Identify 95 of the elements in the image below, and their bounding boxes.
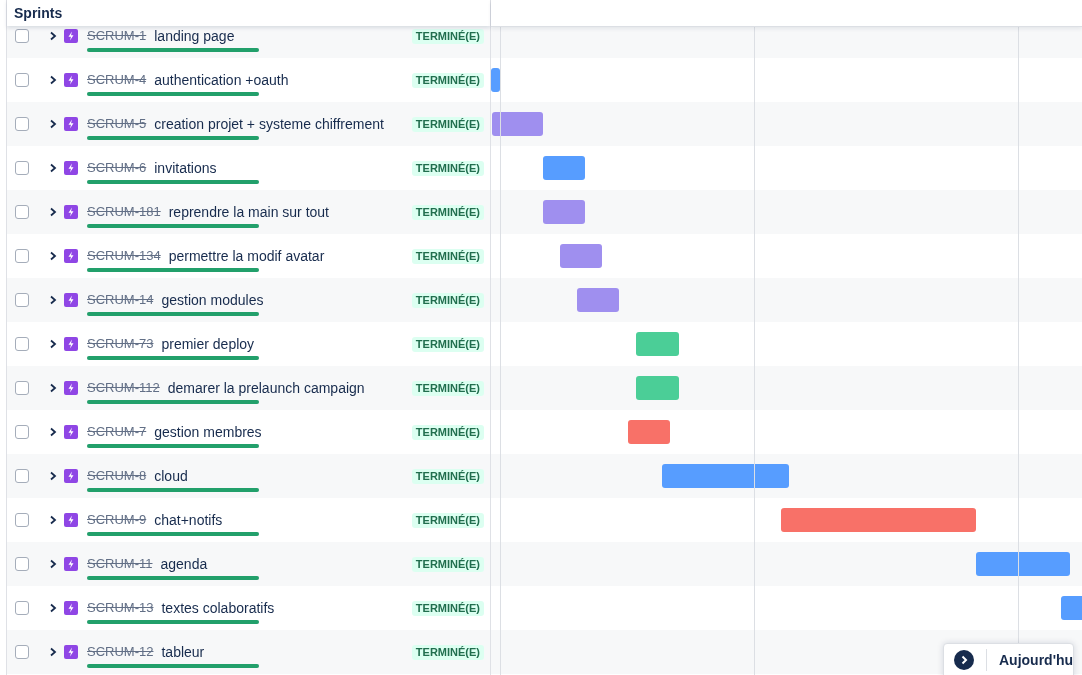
checkbox[interactable] (15, 117, 29, 131)
lightning-icon (64, 161, 78, 175)
lightning-icon (64, 337, 78, 351)
status-lozenge: TERMINÉ(E) (411, 600, 484, 616)
chevron-icon[interactable] (48, 515, 58, 525)
issue-summary[interactable]: chat+notifs (154, 512, 223, 528)
issue-key[interactable]: SCRUM-5 (87, 116, 147, 132)
issue-key[interactable]: SCRUM-12 (87, 644, 154, 660)
issue-summary[interactable]: gestion membres (154, 424, 262, 440)
status-lozenge: TERMINÉ(E) (411, 28, 484, 44)
chevron-icon[interactable] (48, 31, 58, 41)
issue-key[interactable]: SCRUM-134 (87, 248, 161, 264)
chevron-circle-icon (954, 650, 974, 670)
chevron-icon[interactable] (48, 295, 58, 305)
checkbox[interactable] (15, 557, 29, 571)
status-lozenge: TERMINÉ(E) (411, 556, 484, 572)
lightning-icon (64, 29, 78, 43)
chevron-icon[interactable] (48, 471, 58, 481)
chevron-icon[interactable] (48, 251, 58, 261)
issue-key[interactable]: SCRUM-13 (87, 600, 154, 616)
checkbox[interactable] (15, 469, 29, 483)
chevron-icon[interactable] (48, 559, 58, 569)
issue-key[interactable]: SCRUM-6 (87, 160, 147, 176)
status-lozenge: TERMINÉ(E) (411, 204, 484, 220)
issue-summary[interactable]: tableur (161, 644, 205, 660)
issue-summary[interactable]: permettre la modif avatar (168, 248, 325, 264)
issue-key[interactable]: SCRUM-112 (87, 380, 160, 396)
chevron-icon[interactable] (48, 339, 58, 349)
issue-key[interactable]: SCRUM-7 (87, 424, 147, 440)
lightning-icon (64, 249, 78, 263)
issue-key[interactable]: SCRUM-181 (87, 204, 161, 220)
chevron-icon[interactable] (48, 603, 58, 613)
checkbox[interactable] (15, 161, 29, 175)
status-lozenge: TERMINÉ(E) (411, 380, 484, 396)
issue-summary[interactable]: landing page (154, 28, 235, 44)
status-lozenge: TERMINÉ(E) (411, 336, 484, 352)
issue-key[interactable]: SCRUM-4 (87, 72, 147, 88)
issue-summary[interactable]: demarer la prelaunch campaign (167, 380, 365, 396)
timeline-bar[interactable] (491, 68, 500, 92)
issue-summary[interactable]: agenda (160, 556, 208, 572)
issue-summary[interactable]: premier deploy (161, 336, 255, 352)
chevron-icon[interactable] (48, 119, 58, 129)
lightning-icon (64, 205, 78, 219)
issue-summary[interactable]: gestion modules (161, 292, 264, 308)
checkbox[interactable] (15, 337, 29, 351)
lightning-icon (64, 293, 78, 307)
status-lozenge: TERMINÉ(E) (411, 248, 484, 264)
checkbox[interactable] (15, 249, 29, 263)
lightning-icon (64, 469, 78, 483)
issue-key[interactable]: SCRUM-1 (87, 28, 147, 44)
status-lozenge: TERMINÉ(E) (411, 160, 484, 176)
chevron-icon[interactable] (48, 647, 58, 657)
lightning-icon (64, 381, 78, 395)
status-lozenge: TERMINÉ(E) (411, 72, 484, 88)
issue-key[interactable]: SCRUM-73 (87, 336, 154, 352)
status-lozenge: TERMINÉ(E) (411, 116, 484, 132)
chevron-icon[interactable] (48, 383, 58, 393)
issue-summary[interactable]: reprendre la main sur tout (168, 204, 329, 220)
issue-key[interactable]: SCRUM-11 (87, 556, 153, 572)
checkbox[interactable] (15, 29, 29, 43)
checkbox[interactable] (15, 381, 29, 395)
status-lozenge: TERMINÉ(E) (411, 644, 484, 660)
header-title: Sprints (14, 5, 63, 21)
issue-summary[interactable]: creation projet + systeme chiffrement (154, 116, 384, 132)
lightning-icon (64, 425, 78, 439)
issue-summary[interactable]: invitations (154, 160, 217, 176)
issue-summary[interactable]: textes colaboratifs (161, 600, 275, 616)
status-lozenge: TERMINÉ(E) (411, 292, 484, 308)
checkbox[interactable] (15, 513, 29, 527)
checkbox[interactable] (15, 601, 29, 615)
lightning-icon (64, 513, 78, 527)
lightning-icon (64, 645, 78, 659)
checkbox[interactable] (15, 205, 29, 219)
status-lozenge: TERMINÉ(E) (411, 424, 484, 440)
chevron-icon[interactable] (48, 427, 58, 437)
lightning-icon (64, 601, 78, 615)
issue-key[interactable]: SCRUM-14 (87, 292, 154, 308)
lightning-icon (64, 117, 78, 131)
chevron-icon[interactable] (48, 75, 58, 85)
issue-summary[interactable]: authentication +oauth (154, 72, 289, 88)
issue-key[interactable]: SCRUM-9 (87, 512, 147, 528)
chevron-icon[interactable] (48, 207, 58, 217)
lightning-icon (64, 73, 78, 87)
issue-key[interactable]: SCRUM-8 (87, 468, 147, 484)
timeline-bar[interactable] (492, 112, 543, 136)
checkbox[interactable] (15, 73, 29, 87)
lightning-icon (64, 557, 78, 571)
status-lozenge: TERMINÉ(E) (411, 468, 484, 484)
chevron-icon[interactable] (48, 163, 58, 173)
today-button[interactable]: Aujourd'hu (943, 643, 1075, 675)
issue-summary[interactable]: cloud (154, 468, 188, 484)
checkbox[interactable] (15, 293, 29, 307)
checkbox[interactable] (15, 645, 29, 659)
checkbox[interactable] (15, 425, 29, 439)
status-lozenge: TERMINÉ(E) (411, 512, 484, 528)
